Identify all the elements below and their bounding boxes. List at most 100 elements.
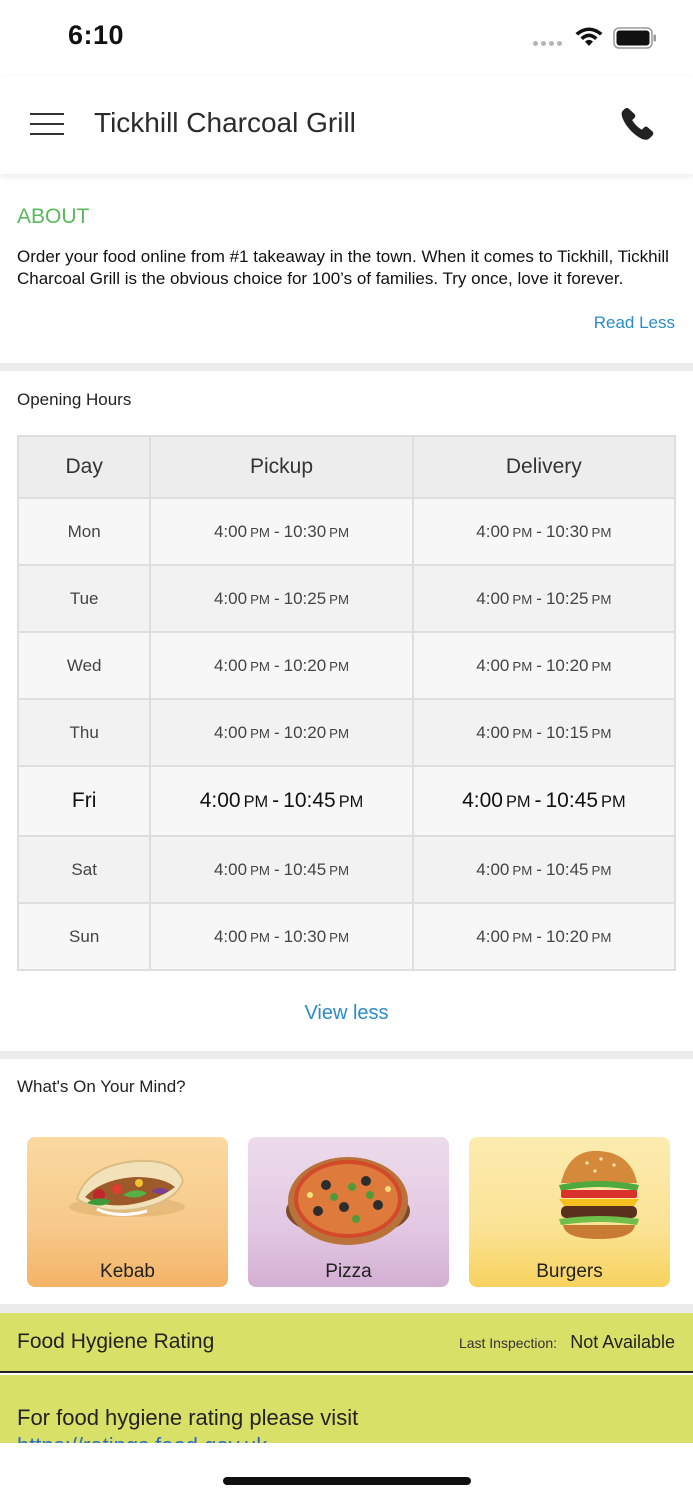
time-separator: - — [273, 655, 280, 675]
category-card-kebab[interactable]: Kebab — [27, 1137, 228, 1287]
open-ampm: PM — [250, 725, 270, 741]
delivery-hours-cell: 4:00 PM -10:20 PM — [411, 631, 677, 700]
opening-hours-title: Opening Hours — [17, 390, 132, 409]
section-divider — [0, 363, 693, 371]
read-less-link[interactable]: Read Less — [594, 313, 675, 333]
column-header-pickup: Pickup — [149, 435, 414, 499]
open-time: 4:00 — [213, 722, 248, 742]
table-row: Wed 4:00 PM -10:20 PM 4:00 PM -10:20 PM — [16, 631, 677, 700]
open-ampm: PM — [243, 793, 269, 811]
time-separator: - — [273, 859, 280, 879]
burger-image — [559, 1150, 639, 1239]
pickup-hours-cell: 4:00 PM -10:30 PM — [149, 497, 414, 566]
signal-icon — [533, 41, 562, 46]
view-less-link[interactable]: View less — [0, 1002, 693, 1025]
food-hygiene-header: Food Hygiene Rating Last Inspection: Not… — [0, 1313, 693, 1373]
pickup-hours-cell: 4:00 PM -10:45 PM — [149, 765, 414, 837]
close-time: 10:45 — [545, 789, 599, 812]
close-time: 10:20 — [283, 722, 327, 742]
close-time: 10:15 — [545, 722, 589, 742]
time-separator: - — [272, 789, 280, 812]
time-separator: - — [273, 926, 280, 946]
day-cell: Mon — [16, 497, 152, 566]
opening-hours-section: Opening Hours Day Pickup Delivery Mon 4:0… — [0, 371, 693, 1051]
about-title: ABOUT — [17, 205, 90, 228]
wifi-icon — [575, 27, 603, 46]
delivery-hours-cell: 4:00 PM -10:15 PM — [411, 698, 677, 767]
home-indicator-area — [0, 1443, 693, 1500]
day-cell: Tue — [16, 564, 152, 633]
table-header-row: Day Pickup Delivery — [16, 435, 677, 499]
close-ampm: PM — [329, 862, 350, 878]
open-ampm: PM — [512, 658, 533, 674]
day-cell: Thu — [16, 698, 152, 767]
kebab-image — [69, 1159, 185, 1217]
section-divider — [0, 1051, 693, 1059]
open-ampm: PM — [250, 658, 270, 674]
close-ampm: PM — [329, 929, 350, 945]
close-ampm: PM — [591, 929, 612, 945]
about-text: Order your food online from #1 takeaway … — [17, 247, 669, 288]
close-ampm: PM — [329, 725, 350, 741]
delivery-hours-cell: 4:00 PM -10:45 PM — [411, 835, 677, 904]
table-row: Tue 4:00 PM -10:25 PM 4:00 PM -10:25 PM — [16, 564, 677, 633]
delivery-hours-cell: 4:00 PM -10:45 PM — [411, 765, 677, 837]
table-row: Thu 4:00 PM -10:20 PM 4:00 PM -10:15 PM — [16, 698, 677, 767]
open-time: 4:00 — [476, 859, 510, 879]
close-ampm: PM — [591, 591, 612, 607]
day-cell: Sun — [16, 902, 152, 971]
time-separator: - — [536, 655, 542, 675]
open-time: 4:00 — [213, 655, 248, 675]
pickup-hours-cell: 4:00 PM -10:45 PM — [149, 835, 414, 904]
close-ampm: PM — [601, 793, 626, 811]
open-time: 4:00 — [213, 926, 248, 946]
close-time: 10:30 — [283, 521, 327, 541]
open-time: 4:00 — [213, 588, 248, 608]
close-ampm: PM — [329, 658, 350, 674]
category-card-pizza[interactable]: Pizza — [248, 1137, 449, 1287]
status-time: 6:10 — [68, 20, 125, 50]
time-separator: - — [536, 859, 542, 879]
open-ampm: PM — [250, 591, 270, 607]
close-time: 10:45 — [283, 789, 336, 812]
open-time: 4:00 — [476, 926, 510, 946]
delivery-hours-cell: 4:00 PM -10:25 PM — [411, 564, 677, 633]
table-row: Sat 4:00 PM -10:45 PM 4:00 PM -10:45 PM — [16, 835, 677, 904]
food-hygiene-link[interactable]: https://ratings.food.gov.uk — [17, 1433, 267, 1443]
open-time: 4:00 — [199, 789, 241, 812]
time-separator: - — [536, 926, 542, 946]
open-ampm: PM — [250, 929, 270, 945]
pickup-hours-cell: 4:00 PM -10:30 PM — [149, 902, 414, 971]
table-row: Sun 4:00 PM -10:30 PM 4:00 PM -10:20 PM — [16, 902, 677, 971]
home-indicator[interactable] — [223, 1477, 471, 1485]
battery-icon — [613, 27, 656, 49]
table-row: Mon 4:00 PM -10:30 PM 4:00 PM -10:30 PM — [16, 497, 677, 566]
open-time: 4:00 — [213, 859, 248, 879]
food-hygiene-title: Food Hygiene Rating — [17, 1330, 215, 1353]
pickup-hours-cell: 4:00 PM -10:25 PM — [149, 564, 414, 633]
open-ampm: PM — [512, 929, 533, 945]
open-ampm: PM — [512, 524, 533, 540]
categories-section: What's On Your Mind? Kebab Pizza Burgers — [0, 1059, 693, 1304]
section-divider — [0, 1304, 693, 1313]
table-row: Fri 4:00 PM -10:45 PM 4:00 PM -10:45 PM — [16, 765, 677, 837]
last-inspection-value: Not Available — [570, 1332, 675, 1352]
categories-title: What's On Your Mind? — [17, 1077, 186, 1096]
app-header: Tickhill Charcoal Grill — [0, 76, 693, 174]
hamburger-menu-icon[interactable] — [30, 111, 64, 137]
delivery-hours-cell: 4:00 PM -10:20 PM — [411, 902, 677, 971]
close-ampm: PM — [591, 725, 612, 741]
day-cell: Fri — [16, 765, 152, 837]
time-separator: - — [273, 588, 280, 608]
open-ampm: PM — [512, 862, 533, 878]
close-time: 10:25 — [545, 588, 589, 608]
close-ampm: PM — [338, 793, 364, 811]
opening-hours-table: Day Pickup Delivery Mon 4:00 PM -10:30 PM 4:0… — [16, 435, 677, 971]
day-cell: Sat — [16, 835, 152, 904]
category-label: Kebab — [100, 1261, 155, 1282]
category-card-burgers[interactable]: Burgers — [469, 1137, 670, 1287]
phone-icon[interactable] — [620, 106, 656, 142]
open-ampm: PM — [512, 725, 533, 741]
time-separator: - — [536, 588, 542, 608]
app-title: Tickhill Charcoal Grill — [94, 107, 356, 138]
